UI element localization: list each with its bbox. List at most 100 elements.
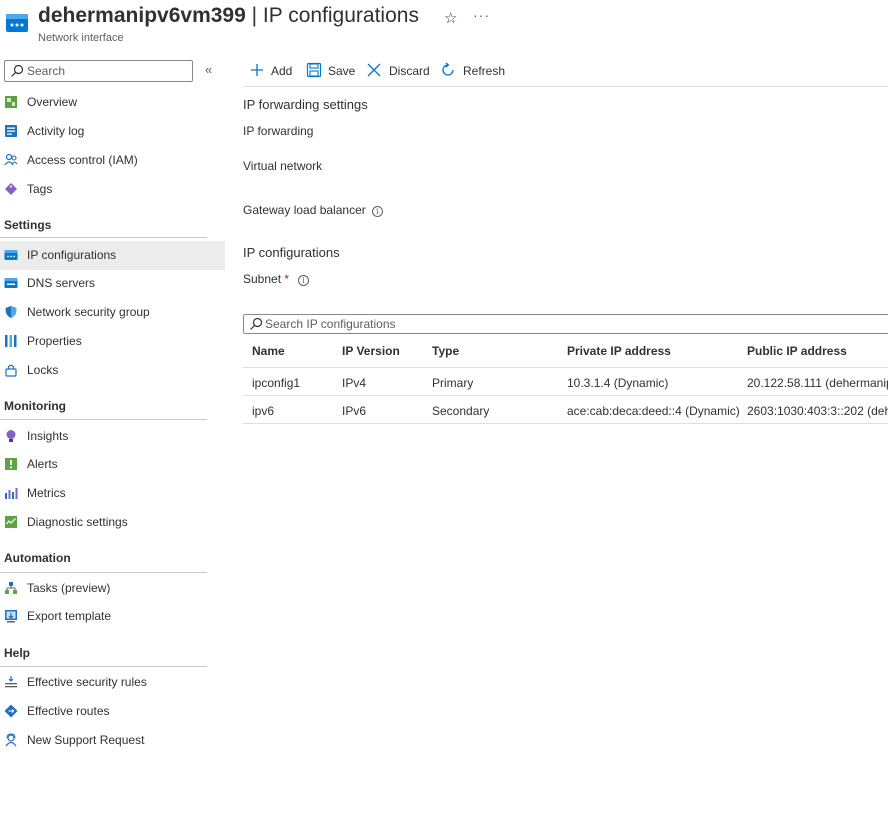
ip-config-search-input[interactable]: Search IP configurations — [243, 314, 888, 334]
lightbulb-icon — [6, 430, 16, 442]
collapse-sidebar-icon[interactable]: « — [205, 62, 212, 77]
sidebar-item-ip-configurations[interactable]: IP configurations — [0, 241, 225, 270]
ip-forwarding-label: IP forwarding — [243, 124, 314, 138]
cell-name[interactable]: ipconfig1 — [252, 376, 300, 390]
sidebar-item-label: Tasks (preview) — [27, 581, 111, 595]
sidebar-item-locks[interactable]: Locks — [0, 356, 225, 385]
cell-type: Secondary — [432, 404, 490, 418]
more-options-icon[interactable]: ··· — [473, 7, 490, 23]
section-heading-settings: Settings — [4, 218, 52, 232]
sidebar-item-label: Activity log — [27, 124, 85, 138]
section-heading-automation: Automation — [4, 551, 71, 565]
cell-private-ip: ace:cab:deca:deed::4 (Dynamic) — [567, 404, 740, 418]
cell-public-ip[interactable]: 20.122.58.111 (dehermanipv — [747, 376, 888, 390]
properties-icon — [5, 335, 17, 347]
subnet-label: Subnet — [243, 272, 282, 286]
search-icon — [11, 64, 24, 77]
table-header-row: Name IP Version Type Private IP address … — [243, 336, 888, 368]
sidebar-item-dns-servers[interactable]: DNS servers — [0, 269, 225, 298]
resource-name: dehermanipv6vm399 — [38, 4, 246, 27]
sidebar-item-label: DNS servers — [27, 276, 96, 290]
tag-icon — [5, 183, 17, 195]
sidebar-item-export-template[interactable]: Export template — [0, 602, 225, 631]
required-marker: * — [284, 272, 290, 286]
cell-name[interactable]: ipv6 — [252, 404, 274, 418]
sidebar-item-activity-log[interactable]: Activity log — [0, 117, 225, 146]
overview-icon — [5, 96, 17, 108]
sidebar-item-label: Overview — [27, 95, 78, 109]
sidebar-item-label: Network security group — [27, 305, 150, 319]
sidebar-item-label: Diagnostic settings — [27, 515, 128, 529]
sidebar-item-diagnostic-settings[interactable]: Diagnostic settings — [0, 508, 225, 537]
sidebar-search-placeholder: Search — [27, 64, 66, 78]
add-button[interactable]: Add — [249, 58, 301, 84]
column-header-private-ip[interactable]: Private IP address — [567, 344, 671, 358]
page-title: dehermanipv6vm399 | IP configurations — [38, 4, 419, 28]
sidebar-item-tags[interactable]: Tags — [0, 175, 225, 204]
table-row[interactable]: ipv6 IPv6 Secondary ace:cab:deca:deed::4… — [243, 396, 888, 424]
sidebar-item-effective-security-rules[interactable]: Effective security rules — [0, 668, 225, 697]
info-icon[interactable]: i — [298, 275, 310, 286]
sidebar-item-label: Effective routes — [27, 704, 110, 718]
gateway-lb-label: Gateway load balancer — [243, 203, 366, 217]
security-rules-icon — [5, 676, 17, 688]
sidebar-item-metrics[interactable]: Metrics — [0, 479, 225, 508]
cell-ip-version: IPv4 — [342, 376, 367, 390]
save-button[interactable]: Save — [306, 58, 361, 84]
sidebar-item-label: Insights — [27, 429, 69, 443]
virtual-network-label: Virtual network — [243, 159, 323, 173]
sidebar-item-label: Export template — [27, 609, 112, 623]
ip-forwarding-heading: IP forwarding settings — [243, 97, 368, 112]
tasks-icon — [5, 582, 17, 594]
column-header-name[interactable]: Name — [252, 344, 285, 358]
column-header-type[interactable]: Type — [432, 344, 459, 358]
refresh-button[interactable]: Refresh — [440, 58, 505, 84]
ip-configurations-heading: IP configurations — [243, 245, 340, 260]
column-header-public-ip[interactable]: Public IP address — [747, 344, 888, 358]
save-button-label: Save — [328, 64, 356, 78]
info-icon[interactable]: i — [371, 206, 383, 217]
sidebar-item-network-security-group[interactable]: Network security group — [0, 298, 225, 327]
cell-type: Primary — [432, 376, 474, 390]
metrics-icon — [5, 488, 18, 499]
sidebar-item-overview[interactable]: Overview — [0, 88, 225, 117]
sidebar-item-alerts[interactable]: Alerts — [0, 450, 225, 479]
sidebar-item-label: Metrics — [27, 486, 66, 500]
ip-config-table: Name IP Version Type Private IP address … — [243, 336, 888, 424]
sidebar-item-label: Access control (IAM) — [27, 153, 138, 167]
sidebar-item-insights[interactable]: Insights — [0, 422, 225, 451]
section-divider — [0, 237, 207, 238]
add-button-label: Add — [271, 64, 293, 78]
sidebar-item-label: Tags — [27, 182, 53, 196]
sidebar-item-label: Properties — [27, 334, 82, 348]
subnet-field: Subnet * i — [243, 272, 310, 286]
sidebar-item-label: Alerts — [27, 457, 58, 471]
network-interface-icon — [6, 14, 28, 32]
sidebar-item-access-control[interactable]: Access control (IAM) — [0, 146, 225, 175]
sidebar-item-new-support-request[interactable]: New Support Request — [0, 726, 225, 755]
discard-button[interactable]: Discard — [366, 58, 432, 84]
sidebar-item-label: Effective security rules — [27, 675, 147, 689]
favorite-star-icon[interactable]: ☆ — [444, 9, 457, 27]
blade-title: IP configurations — [262, 4, 419, 27]
discard-button-label: Discard — [389, 64, 430, 78]
save-icon — [306, 62, 322, 78]
sidebar-item-effective-routes[interactable]: Effective routes — [0, 697, 225, 726]
support-icon — [5, 733, 17, 747]
section-heading-monitoring: Monitoring — [4, 399, 66, 413]
sidebar-item-tasks[interactable]: Tasks (preview) — [0, 574, 225, 603]
diagnostic-icon — [5, 516, 17, 528]
column-header-ip-version[interactable]: IP Version — [342, 344, 400, 358]
sidebar-item-properties[interactable]: Properties — [0, 327, 225, 356]
ip-config-icon — [4, 250, 18, 260]
table-row[interactable]: ipconfig1 IPv4 Primary 10.3.1.4 (Dynamic… — [243, 368, 888, 396]
lock-icon — [5, 364, 17, 377]
sidebar-search-input[interactable]: Search — [4, 60, 193, 82]
section-divider — [0, 572, 207, 573]
plus-icon — [251, 64, 263, 76]
close-icon — [367, 63, 381, 77]
cell-public-ip[interactable]: 2603:1030:403:3::202 (dehen — [747, 404, 888, 418]
routes-icon — [4, 704, 18, 718]
section-divider — [0, 666, 207, 667]
resource-type: Network interface — [38, 32, 124, 44]
